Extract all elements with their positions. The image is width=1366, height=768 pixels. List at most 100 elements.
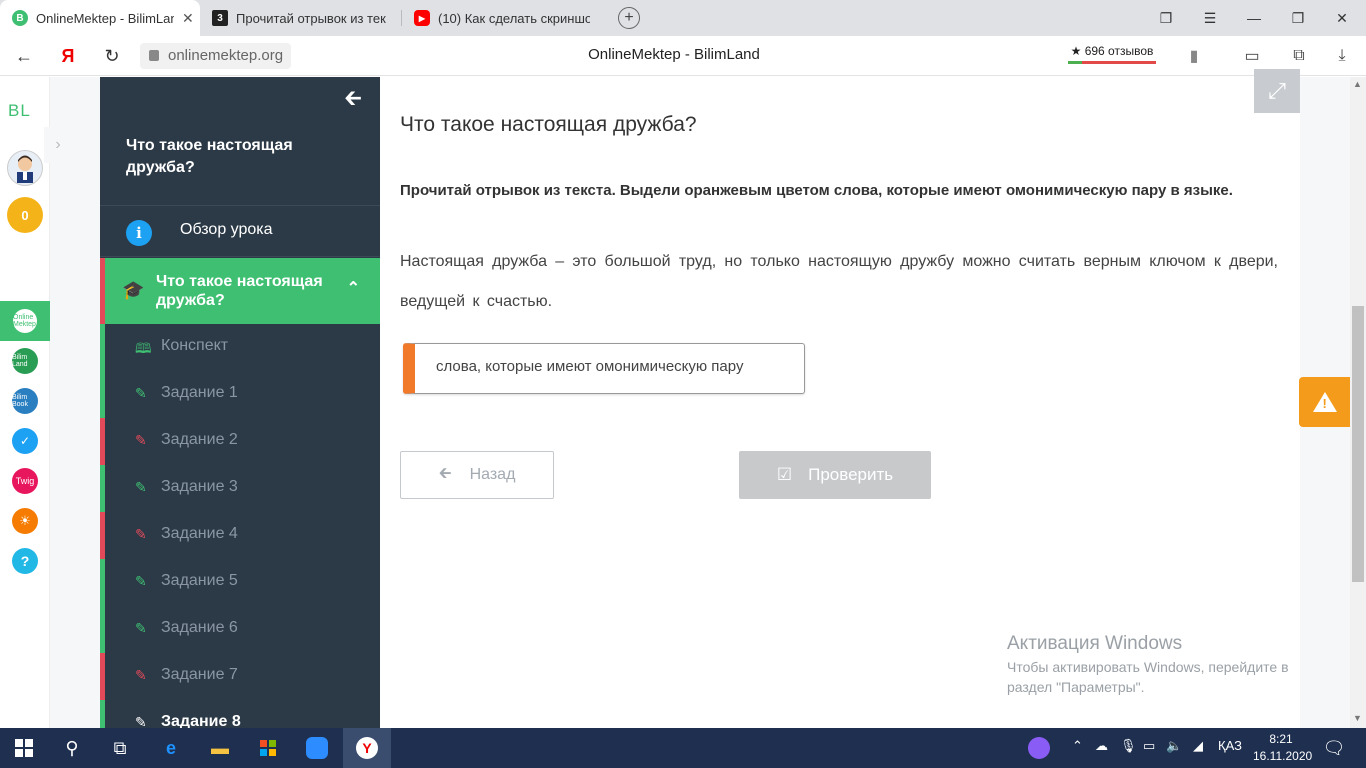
help-icon[interactable]: ? [12, 548, 38, 574]
sidebar-item-task-1[interactable]: ✎ Задание 1 [100, 371, 380, 418]
avatar[interactable] [7, 150, 43, 186]
sidebar-item-overview[interactable]: i Обзор урока [100, 205, 380, 257]
sidebar-item-label: Задание 2 [161, 431, 238, 448]
chevron-up-icon[interactable]: ⌃ [1072, 738, 1083, 754]
tab-title: OnlineMektep - BilimLand [36, 10, 174, 26]
browser-tab-0[interactable]: B OnlineMektep - BilimLand ✕ [0, 0, 200, 36]
back-arrow-icon[interactable]: 🡰 [344, 81, 362, 119]
sidebar-item-label: Задание 3 [161, 478, 238, 495]
task-paragraph[interactable]: Настоящая дружба – это большой труд, но … [400, 242, 1278, 322]
edge-icon[interactable]: e [147, 728, 195, 768]
bilimland-icon: B [12, 10, 28, 26]
sidebar-item-label: Задание 4 [161, 525, 238, 542]
alice-icon[interactable] [1015, 728, 1063, 768]
scroll-up-icon[interactable]: ▲ [1353, 79, 1362, 89]
arrow-left-icon: 🡰 [438, 464, 452, 482]
task-view-icon[interactable]: ⧉ [96, 728, 144, 768]
test-icon[interactable]: ✓ [12, 428, 38, 454]
windows-activation-subtitle: Чтобы активировать Windows, перейдите в … [1007, 659, 1289, 695]
edit-icon: ✎ [135, 714, 147, 728]
report-issue-button[interactable]: ! [1299, 377, 1350, 427]
fullscreen-icon[interactable]: ⤢ [1254, 69, 1300, 113]
tabs-menu-icon[interactable]: ❐ [1144, 0, 1188, 36]
imektep-icon[interactable]: ☀ [12, 508, 38, 534]
bilimland-logo[interactable]: BL [8, 101, 31, 121]
microphone-icon[interactable]: 🎙 [1120, 738, 1137, 754]
check-button[interactable]: ☑ Проверить [739, 451, 931, 499]
start-icon[interactable] [0, 728, 48, 768]
warning-icon: ! [1312, 392, 1337, 412]
clock[interactable]: 8:21 16.11.2020 [1253, 731, 1312, 765]
network-icon[interactable]: ◢ [1193, 738, 1203, 754]
close-icon[interactable]: ✕ [182, 10, 194, 27]
back-icon[interactable]: ← [12, 44, 36, 68]
sidebar-item-task-4[interactable]: ✎ Задание 4 [100, 512, 380, 559]
lesson-sidebar: 🡰 Что такое настоящая дружба? i Обзор ур… [100, 77, 380, 728]
sidebar-item-task-6[interactable]: ✎ Задание 6 [100, 606, 380, 653]
sidebar-section-current[interactable]: 🎓 Что такое настоящая дружба? ⌃ [100, 258, 380, 324]
reviews-badge[interactable]: ★ 696 отзывов [1066, 42, 1158, 64]
yandex-icon[interactable]: Я [56, 44, 80, 68]
sidebar-item-label: Задание 5 [161, 572, 238, 589]
back-button[interactable]: 🡰 Назад [400, 451, 554, 499]
battery-saver-icon[interactable]: ▭ [1242, 46, 1262, 66]
check-button-label: Проверить [808, 465, 894, 484]
windows-activation-title: Активация Windows [1007, 633, 1183, 654]
page-title: OnlineMektep - BilimLand [588, 46, 760, 63]
scroll-down-icon[interactable]: ▼ [1353, 713, 1362, 723]
file-explorer-icon[interactable]: ▬ [196, 728, 244, 768]
edit-icon: ✎ [135, 385, 147, 401]
extensions-icon[interactable]: ⧉ [1289, 46, 1309, 66]
store-icon[interactable] [244, 728, 292, 768]
answer-category-label[interactable]: слова, которые имеют омонимическую пару [403, 343, 805, 394]
sidebar-item-label: Задание 6 [161, 619, 238, 636]
zoom-icon[interactable] [293, 728, 341, 768]
task-instruction: Прочитай отрывок из текста. Выдели оранж… [400, 182, 1233, 199]
coins-badge[interactable]: 0 [7, 197, 43, 233]
battery-icon[interactable]: ▭ [1143, 738, 1155, 754]
tab-title: (10) Как сделать скриншо [438, 10, 590, 26]
url-field[interactable]: onlinemektep.org [140, 43, 292, 69]
minimize-icon[interactable]: — [1232, 0, 1276, 36]
bilimland-service-icon[interactable]: Bilim Land [12, 348, 38, 374]
section-label: Что такое настоящая дружба? [156, 273, 323, 309]
bookmark-icon[interactable]: ▮ [1184, 46, 1204, 66]
notifications-icon[interactable]: 🗨 [1310, 728, 1358, 768]
chevron-up-icon[interactable]: ⌃ [347, 278, 360, 298]
browser-tab-bar: B OnlineMektep - BilimLand ✕ 3 Прочитай … [0, 0, 1366, 36]
sidebar-item-label: Задание 8 [161, 713, 241, 728]
url-text: onlinemektep.org [168, 47, 284, 64]
tab-title: Прочитай отрывок из тек [236, 10, 386, 26]
search-icon[interactable]: ⚲ [48, 728, 96, 768]
lock-icon [149, 50, 159, 61]
restore-icon[interactable]: ❐ [1276, 0, 1320, 36]
address-bar: ← Я ↻ onlinemektep.org OnlineMektep - Bi… [0, 36, 1366, 76]
sidebar-item-task-3[interactable]: ✎ Задание 3 [100, 465, 380, 512]
browser-tab-1[interactable]: 3 Прочитай отрывок из тек [200, 0, 400, 36]
onedrive-icon[interactable]: ☁ [1095, 738, 1108, 754]
reload-icon[interactable]: ↻ [100, 44, 124, 68]
browser-tab-2[interactable]: ▶ (10) Как сделать скриншо [402, 0, 602, 36]
onlinemektep-icon[interactable]: Online Mektep [12, 308, 38, 334]
language-indicator[interactable]: ҚАЗ [1218, 738, 1242, 753]
yandex-browser-icon[interactable]: Y [343, 728, 391, 768]
twig-icon[interactable]: Twig [12, 468, 38, 494]
sidebar-item-task-2[interactable]: ✎ Задание 2 [100, 418, 380, 465]
graduation-cap-icon: 🎓 [122, 280, 145, 300]
new-tab-button[interactable]: + [618, 7, 640, 29]
scroll-thumb[interactable] [1352, 306, 1364, 582]
page-scrollbar[interactable]: ▲ ▼ [1350, 77, 1366, 728]
task-title: Что такое настоящая дружба? [400, 113, 697, 136]
sidebar-item-task-8[interactable]: ✎ Задание 8 [100, 700, 380, 728]
volume-icon[interactable]: 🔈 [1166, 738, 1182, 754]
close-window-icon[interactable]: ✕ [1320, 0, 1364, 36]
edit-icon: ✎ [135, 667, 147, 683]
sidebar-item-task-7[interactable]: ✎ Задание 7 [100, 653, 380, 700]
menu-icon[interactable]: ☰ [1188, 0, 1232, 36]
download-icon[interactable]: ⤓ [1332, 46, 1352, 66]
overview-label: Обзор урока [180, 221, 273, 238]
bilimbook-icon[interactable]: Bilim Book [12, 388, 38, 414]
sidebar-item-konspekt[interactable]: 🕮 Конспект [100, 324, 380, 371]
reviews-rating-bar [1068, 61, 1156, 64]
sidebar-item-task-5[interactable]: ✎ Задание 5 [100, 559, 380, 606]
